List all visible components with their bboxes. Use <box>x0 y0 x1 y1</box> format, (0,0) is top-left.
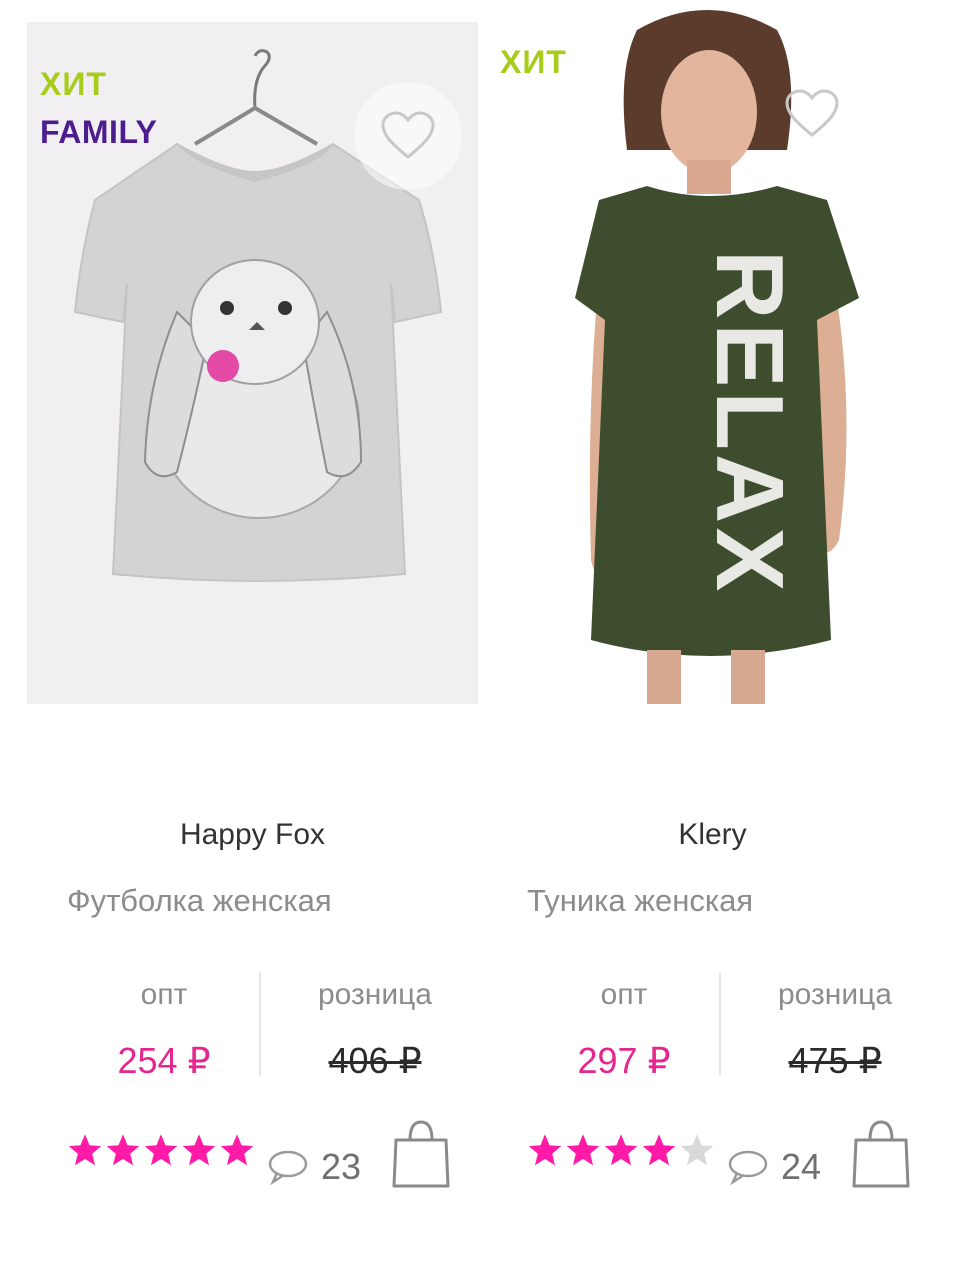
hit-badge: ХИТ <box>40 66 107 102</box>
star-icon <box>642 1134 676 1166</box>
comments-link[interactable]: 24 <box>727 1146 821 1188</box>
rating-stars <box>67 1132 255 1168</box>
retail-price: 475 ₽ <box>788 1040 882 1081</box>
star-icon <box>106 1134 140 1166</box>
wholesale-price-column: опт 254 ₽ <box>49 972 279 1081</box>
star-icon <box>566 1134 600 1166</box>
retail-label: розница <box>778 978 892 1011</box>
product-image[interactable]: RELAX ХИТ <box>487 0 938 704</box>
wholesale-price: 297 ₽ <box>577 1040 671 1081</box>
star-icon <box>68 1134 102 1166</box>
price-block: опт 297 ₽ розница 475 ₽ <box>487 972 938 1081</box>
comments-count: 24 <box>781 1146 822 1187</box>
star-icon <box>604 1134 638 1166</box>
product-card[interactable]: RELAX ХИТ Klery Туника женская опт 297 ₽… <box>487 0 947 1280</box>
family-badge: FAMILY <box>40 114 158 150</box>
wholesale-price-column: опт 297 ₽ <box>509 972 739 1081</box>
retail-price: 406 ₽ <box>328 1040 422 1081</box>
comments-count: 23 <box>321 1146 362 1187</box>
product-card[interactable]: ХИТ FAMILY Happy Fox Футболка женская оп… <box>27 0 487 1280</box>
rating-stars <box>527 1132 715 1168</box>
product-type: Туника женская <box>527 883 754 918</box>
wholesale-price: 254 ₽ <box>117 1040 211 1081</box>
retail-label: розница <box>318 978 432 1011</box>
speech-bubble-icon <box>268 1150 308 1185</box>
retail-price-column: розница 475 ₽ <box>720 972 950 1081</box>
heart-icon <box>785 89 839 137</box>
hit-badge: ХИТ <box>500 44 567 80</box>
retail-price-column: розница 406 ₽ <box>260 972 490 1081</box>
product-actions: 24 <box>527 1118 947 1188</box>
speech-bubble-icon <box>728 1150 768 1185</box>
favorite-button[interactable] <box>758 60 866 168</box>
star-icon <box>144 1134 178 1166</box>
star-icon <box>182 1134 216 1166</box>
product-image[interactable]: ХИТ FAMILY <box>27 22 478 704</box>
comments-link[interactable]: 23 <box>267 1146 361 1188</box>
shopping-bag-icon[interactable] <box>850 1118 912 1190</box>
favorite-button[interactable] <box>354 82 462 190</box>
product-actions: 23 <box>67 1118 487 1188</box>
product-type: Футболка женская <box>67 883 332 918</box>
print-text: RELAX <box>696 250 803 595</box>
price-block: опт 254 ₽ розница 406 ₽ <box>27 972 478 1081</box>
wholesale-label: опт <box>600 978 648 1011</box>
star-icon <box>528 1134 562 1166</box>
wholesale-label: опт <box>140 978 188 1011</box>
shopping-bag-icon[interactable] <box>390 1118 452 1190</box>
star-icon <box>680 1134 714 1166</box>
product-brand[interactable]: Happy Fox <box>27 818 478 852</box>
tunic-illustration: RELAX <box>575 10 859 704</box>
star-icon <box>220 1134 254 1166</box>
heart-icon <box>381 111 435 159</box>
product-brand[interactable]: Klery <box>487 818 938 852</box>
